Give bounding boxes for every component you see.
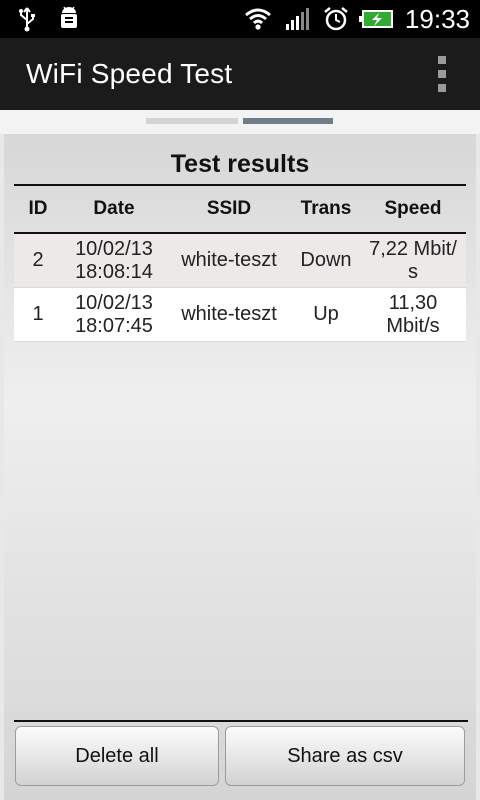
column-header-ssid: SSID — [206, 198, 252, 219]
share-csv-button[interactable]: Share as csv — [225, 726, 465, 786]
wifi-icon — [244, 8, 271, 30]
page-indicator-tab-1[interactable] — [146, 118, 238, 124]
row-date-day: 10/02/13 — [75, 291, 153, 314]
battery-charging-icon — [358, 10, 393, 28]
footer-divider — [14, 720, 468, 722]
delete-all-button[interactable]: Delete all — [15, 726, 219, 786]
page-indicator-tab-2[interactable] — [243, 118, 333, 124]
row-trans: Up — [313, 303, 339, 325]
table-row[interactable]: 2 10/02/13 18:08:14 white-teszt Down 7,2… — [14, 234, 466, 288]
table-row[interactable]: 1 10/02/13 18:07:45 white-teszt Up 11,30… — [14, 288, 466, 342]
row-ssid: white-teszt — [181, 303, 277, 325]
column-header-date: Date — [93, 198, 135, 219]
row-speed-line2: s — [408, 260, 418, 283]
column-header-trans: Trans — [300, 198, 352, 219]
row-speed: 11,30 Mbit/s — [360, 292, 466, 338]
row-speed-line2: Mbit/s — [386, 314, 440, 337]
alarm-icon — [324, 7, 348, 31]
results-title: Test results — [170, 150, 310, 178]
row-id: 2 — [32, 249, 44, 271]
action-bar: WiFi Speed Test — [0, 38, 480, 110]
row-date: 10/02/13 18:07:45 — [62, 292, 166, 338]
clock-time: 19:33 — [404, 4, 470, 34]
overflow-menu-icon[interactable] — [432, 56, 452, 92]
row-trans: Down — [300, 249, 352, 271]
status-bar: 19:33 — [0, 0, 480, 38]
row-id: 1 — [32, 303, 44, 325]
android-debug-icon — [61, 6, 77, 28]
app-title: WiFi Speed Test — [26, 58, 233, 89]
content-area: Test results ID Date SSID Trans Speed 2 … — [0, 110, 480, 800]
column-header-id: ID — [28, 198, 48, 219]
results-table: ID Date SSID Trans Speed 2 10/02/13 18:0… — [14, 186, 466, 342]
row-date-day: 10/02/13 — [75, 237, 153, 260]
row-date-time: 18:07:45 — [75, 314, 153, 337]
results-panel: Test results ID Date SSID Trans Speed 2 … — [4, 134, 476, 800]
row-ssid: white-teszt — [181, 249, 277, 271]
signal-icon — [285, 8, 309, 30]
page-indicator — [0, 110, 480, 134]
row-date-time: 18:08:14 — [75, 260, 153, 283]
column-header-speed: Speed — [384, 198, 442, 219]
row-date: 10/02/13 18:08:14 — [62, 238, 166, 284]
row-speed-line1: 11,30 — [388, 291, 438, 314]
table-header: ID Date SSID Trans Speed — [14, 186, 466, 232]
usb-icon — [19, 7, 35, 32]
row-speed-line1: 7,22 Mbit/ — [369, 237, 457, 260]
row-speed: 7,22 Mbit/ s — [360, 238, 466, 284]
